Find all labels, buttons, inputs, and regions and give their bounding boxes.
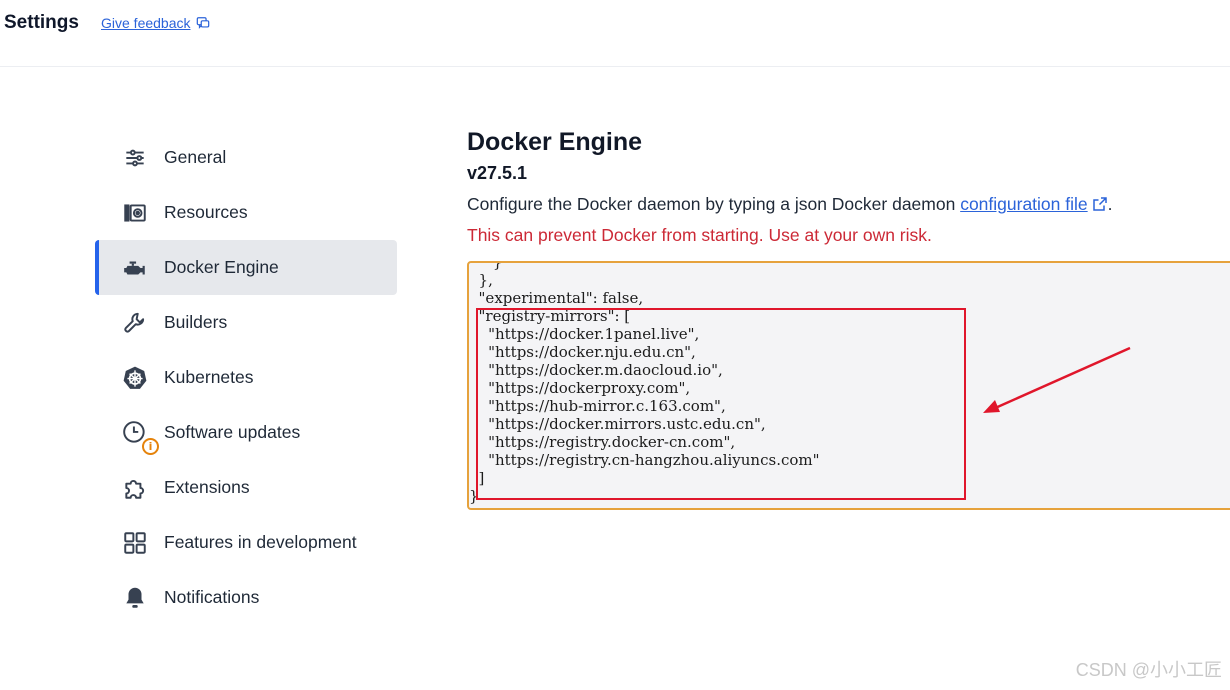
code-line: "experimental": false,: [469, 289, 644, 307]
sidebar-item-notifications[interactable]: Notifications: [95, 570, 397, 625]
docker-engine-icon: [120, 253, 150, 283]
sidebar-item-label: Notifications: [164, 587, 260, 607]
code-line: "https://registry.cn-hangzhou.aliyuncs.c…: [469, 451, 820, 469]
code-line: "https://docker.m.daocloud.io",: [469, 361, 723, 379]
engine-version: v27.5.1: [467, 163, 528, 183]
bell-icon: [120, 583, 150, 613]
sidebar-item-label: Extensions: [164, 477, 250, 497]
code-line: ]: [469, 469, 485, 487]
grid-icon: [120, 528, 150, 558]
code-line: }: [469, 261, 503, 271]
sidebar-item-label: Kubernetes: [164, 367, 254, 387]
code-line: "https://dockerproxy.com",: [469, 379, 691, 397]
wrench-icon: [120, 308, 150, 338]
code-line: },: [469, 271, 493, 289]
warning-text: This can prevent Docker from starting. U…: [467, 225, 932, 245]
sidebar-item-label: Software updates: [164, 422, 301, 442]
give-feedback-link[interactable]: Give feedback: [101, 15, 210, 31]
sidebar-item-label: Docker Engine: [164, 257, 279, 277]
sidebar-item-label: Resources: [164, 202, 248, 222]
sidebar-item-extensions[interactable]: Extensions: [95, 460, 397, 515]
code-line: "https://registry.docker-cn.com",: [469, 433, 736, 451]
code-content: } }, "experimental": false, "registry-mi…: [469, 261, 820, 505]
sidebar-item-label: General: [164, 147, 227, 167]
top-bar: Settings Give feedback: [0, 0, 1230, 67]
resources-icon: [120, 198, 150, 228]
code-line: "registry-mirrors": [: [469, 307, 631, 325]
code-line: "https://docker.1panel.live",: [469, 325, 700, 343]
kubernetes-helm-icon: [120, 363, 150, 393]
page-title: Settings: [4, 12, 79, 33]
feedback-icon: [196, 17, 209, 29]
code-line: "https://docker.mirrors.ustc.edu.cn",: [469, 415, 766, 433]
configuration-file-link[interactable]: configuration file: [960, 194, 1087, 214]
code-line: "https://docker.nju.edu.cn",: [469, 343, 696, 361]
sidebar-item-features-in-development[interactable]: Features in development: [95, 515, 397, 570]
sidebar-item-software-updates[interactable]: i Software updates: [95, 405, 397, 460]
sidebar-item-docker-engine[interactable]: Docker Engine: [95, 240, 397, 295]
code-line: "https://hub-mirror.c.163.com",: [469, 397, 726, 415]
description-text: Configure the Docker daemon by typing a …: [467, 194, 961, 214]
section-title: Docker Engine: [467, 128, 643, 156]
sidebar-item-kubernetes[interactable]: Kubernetes: [95, 350, 397, 405]
docker-engine-panel: Docker Engine v27.5.1 Configure the Dock…: [467, 128, 1113, 246]
clock-icon: i: [120, 418, 159, 455]
sidebar-item-label: Builders: [164, 312, 228, 332]
description: Configure the Docker daemon by typing a …: [467, 194, 1113, 215]
description-end: .: [1107, 194, 1113, 214]
sidebar-item-builders[interactable]: Builders: [95, 295, 397, 350]
sidebar-item-resources[interactable]: Resources: [95, 185, 397, 240]
sliders-icon: [120, 143, 150, 173]
update-info-badge: i: [142, 437, 159, 455]
give-feedback-label: Give feedback: [101, 15, 191, 31]
puzzle-icon: [120, 473, 150, 503]
code-line: }: [469, 487, 479, 505]
watermark: CSDN @小小工匠: [1075, 660, 1222, 680]
daemon-json-editor[interactable]: } }, "experimental": false, "registry-mi…: [467, 261, 1230, 510]
sidebar-item-label: Features in development: [164, 532, 357, 552]
external-link-icon: [1092, 197, 1107, 211]
sidebar-item-general[interactable]: General: [95, 130, 397, 185]
settings-sidebar: General Resources Docker Engine Builders…: [95, 130, 397, 625]
